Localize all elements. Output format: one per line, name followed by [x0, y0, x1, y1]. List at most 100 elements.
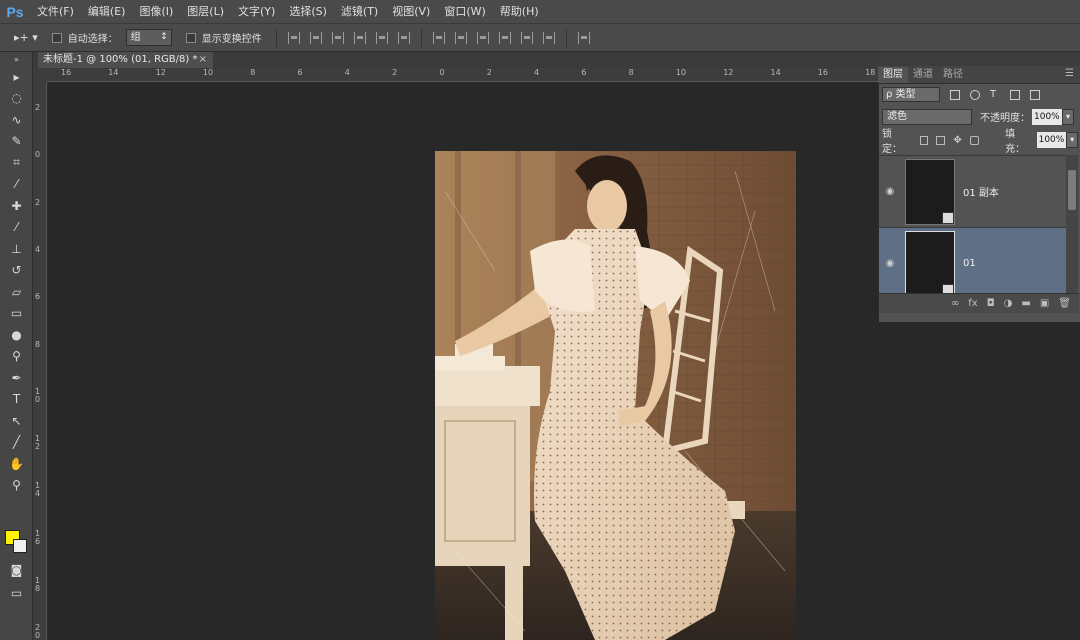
- lasso-tool-icon[interactable]: ∿: [0, 109, 33, 131]
- lock-pixels-icon[interactable]: [936, 135, 946, 145]
- eye-icon[interactable]: ◉: [879, 186, 901, 197]
- align-hcenter-icon[interactable]: [375, 31, 388, 44]
- opacity-field[interactable]: 100%: [1032, 108, 1062, 125]
- layer-name[interactable]: 01: [963, 258, 976, 269]
- menu-type[interactable]: 文字(Y): [231, 0, 282, 24]
- screen-mode-icon[interactable]: ▭: [0, 582, 33, 604]
- ruler-origin[interactable]: [33, 68, 47, 82]
- stamp-tool-icon[interactable]: ⊥: [0, 238, 33, 260]
- quick-mask-icon[interactable]: ◙: [0, 559, 33, 581]
- auto-select-dropdown[interactable]: 组: [125, 29, 172, 46]
- ruler-tick-label: 6: [35, 292, 41, 302]
- mask-icon[interactable]: ◘: [987, 298, 995, 309]
- horizontal-ruler[interactable]: 16 14 12 10 8 6 4 2 0 2 4 6 8 10 12 14 16 18: [47, 68, 878, 82]
- quick-select-tool-icon[interactable]: ✎: [0, 131, 33, 153]
- tab-channels[interactable]: 通道: [908, 67, 938, 83]
- filter-adjustment-icon[interactable]: [970, 89, 980, 100]
- opacity-dropdown-icon[interactable]: ▾: [1062, 108, 1074, 125]
- line-tool-icon[interactable]: ╱: [0, 432, 33, 454]
- move-tool-preset-icon[interactable]: ▸+ ▾: [14, 31, 38, 44]
- history-brush-tool-icon[interactable]: ↺: [0, 260, 33, 282]
- hand-tool-icon[interactable]: ✋: [0, 453, 33, 475]
- eye-icon[interactable]: ◉: [879, 258, 901, 269]
- tab-paths[interactable]: 路径: [938, 67, 968, 83]
- move-tool-icon[interactable]: ▸: [0, 66, 33, 88]
- layers-scrollbar-thumb[interactable]: [1068, 170, 1076, 210]
- blur-tool-icon[interactable]: ●: [0, 324, 33, 346]
- lock-position-icon[interactable]: ✥: [953, 135, 962, 145]
- layer-name[interactable]: 01 副本: [963, 184, 999, 199]
- ruler-tick-label: 18: [35, 576, 41, 593]
- path-select-tool-icon[interactable]: ↖: [0, 410, 33, 432]
- filter-pixel-icon[interactable]: [950, 89, 960, 100]
- menu-file[interactable]: 文件(F): [30, 0, 81, 24]
- toolbox-collapse-icon[interactable]: »: [0, 52, 33, 66]
- eraser-tool-icon[interactable]: ▱: [0, 281, 33, 303]
- distribute-bottom-icon[interactable]: [476, 31, 489, 44]
- menu-help[interactable]: 帮助(H): [493, 0, 546, 24]
- align-bottom-icon[interactable]: [331, 31, 344, 44]
- gradient-tool-icon[interactable]: ▭: [0, 303, 33, 325]
- folder-icon[interactable]: ▬: [1021, 298, 1030, 309]
- tab-layers[interactable]: 图层: [878, 67, 908, 83]
- menu-select[interactable]: 选择(S): [282, 0, 334, 24]
- auto-select-checkbox[interactable]: [51, 32, 62, 43]
- filter-type-icon[interactable]: T: [990, 89, 1000, 100]
- marquee-tool-icon[interactable]: ◌: [0, 88, 33, 110]
- fill-field[interactable]: 100%: [1036, 132, 1067, 148]
- ruler-tick-label: 6: [581, 68, 587, 77]
- menu-view[interactable]: 视图(V): [385, 0, 437, 24]
- healing-tool-icon[interactable]: ✚: [0, 195, 33, 217]
- menu-layer[interactable]: 图层(L): [180, 0, 231, 24]
- vertical-ruler[interactable]: 2 0 2 4 6 8 10 12 14 16 18 20: [33, 82, 47, 640]
- align-right-icon[interactable]: [397, 31, 410, 44]
- pen-tool-icon[interactable]: ✒: [0, 367, 33, 389]
- layer-row[interactable]: ◉ 01 副本: [879, 155, 1066, 227]
- fill-dropdown-icon[interactable]: ▾: [1066, 132, 1078, 148]
- filter-shape-icon[interactable]: [1010, 89, 1020, 100]
- layer-filter-dropdown[interactable]: ρ 类型: [882, 87, 940, 102]
- align-top-icon[interactable]: [287, 31, 300, 44]
- fx-icon[interactable]: fx: [968, 298, 977, 309]
- ruler-tick-label: 16: [61, 68, 72, 77]
- background-color-swatch[interactable]: [13, 539, 27, 553]
- align-left-icon[interactable]: [353, 31, 366, 44]
- distribute-top-icon[interactable]: [432, 31, 445, 44]
- lock-transparent-icon[interactable]: [919, 135, 929, 145]
- ruler-tick-label: 0: [439, 68, 445, 77]
- dodge-tool-icon[interactable]: ⚲: [0, 346, 33, 368]
- divider: [420, 28, 422, 47]
- blend-mode-dropdown[interactable]: 滤色: [882, 108, 972, 125]
- auto-align-icon[interactable]: [577, 31, 590, 44]
- crop-tool-icon[interactable]: ⌗: [0, 152, 33, 174]
- document-tab[interactable]: 未标题-1 @ 100% (01, RGB/8) * ×: [38, 52, 213, 68]
- document-image[interactable]: [435, 151, 796, 640]
- align-vcenter-icon[interactable]: [309, 31, 322, 44]
- trash-icon[interactable]: 🗑: [1058, 298, 1071, 309]
- distribute-right-icon[interactable]: [542, 31, 555, 44]
- zoom-tool-icon[interactable]: ⚲: [0, 475, 33, 497]
- new-layer-icon[interactable]: ▣: [1040, 298, 1049, 309]
- layer-row-selected[interactable]: ◉ 01: [879, 227, 1066, 299]
- type-tool-icon[interactable]: T: [0, 389, 33, 411]
- distribute-hcenter-icon[interactable]: [520, 31, 533, 44]
- menu-image[interactable]: 图像(I): [132, 0, 180, 24]
- close-icon[interactable]: ×: [199, 52, 207, 68]
- menu-filter[interactable]: 滤镜(T): [334, 0, 385, 24]
- menu-edit[interactable]: 编辑(E): [81, 0, 133, 24]
- sepia-photo-illustration: [435, 151, 796, 640]
- show-transform-checkbox[interactable]: [185, 32, 196, 43]
- eyedropper-tool-icon[interactable]: ⁄: [0, 174, 33, 196]
- lock-all-icon[interactable]: [970, 135, 980, 145]
- panel-menu-icon[interactable]: ☰: [1065, 68, 1074, 79]
- ruler-tick-label: 2: [35, 197, 41, 207]
- link-icon[interactable]: ∞: [951, 298, 959, 309]
- menu-window[interactable]: 窗口(W): [437, 0, 492, 24]
- distribute-vcenter-icon[interactable]: [454, 31, 467, 44]
- ruler-tick-label: 0: [35, 150, 41, 160]
- brush-tool-icon[interactable]: ⁄: [0, 217, 33, 239]
- adjustment-icon[interactable]: ◑: [1004, 298, 1013, 309]
- distribute-left-icon[interactable]: [498, 31, 511, 44]
- options-bar: ▸+ ▾ 自动选择： 组 显示变换控件: [0, 24, 1080, 52]
- filter-smartobject-icon[interactable]: [1030, 89, 1040, 100]
